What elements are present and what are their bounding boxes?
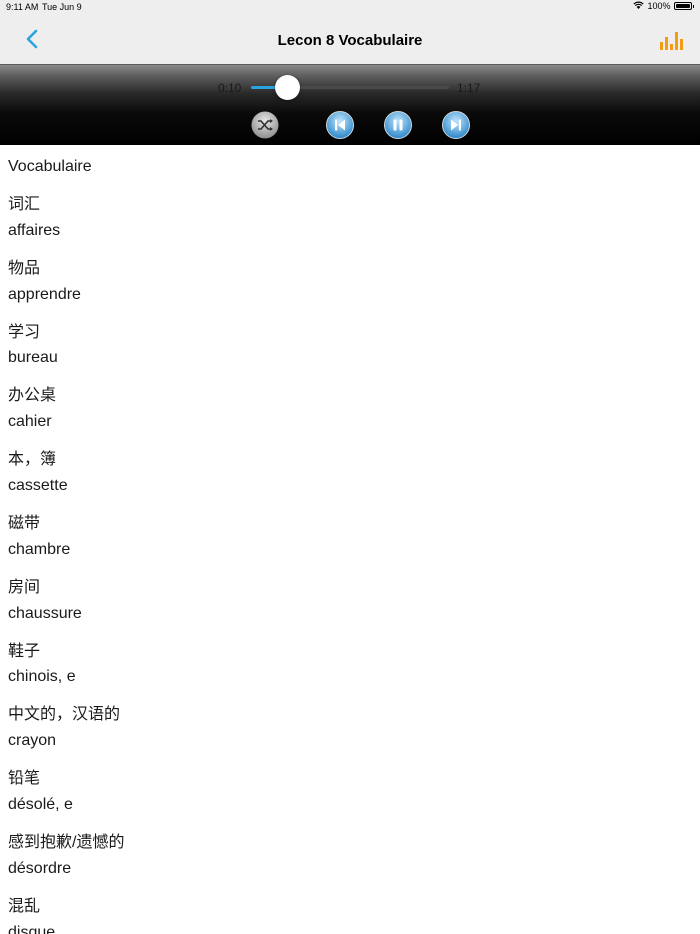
vocab-row[interactable]: désolé, e: [8, 796, 73, 814]
navigation-bar: Lecon 8 Vocabulaire: [0, 14, 700, 64]
vocab-row[interactable]: 鞋子: [8, 637, 40, 661]
vocab-row[interactable]: 感到抱歉/遗憾的: [8, 828, 124, 852]
slider-thumb[interactable]: [274, 75, 300, 100]
status-date: Tue Jun 9: [42, 2, 82, 12]
status-time: 9:11 AM: [6, 2, 39, 12]
audio-player: 0:10 1:17: [0, 64, 700, 145]
vocab-row[interactable]: désordre: [8, 860, 71, 878]
vocab-row[interactable]: crayon: [8, 732, 56, 750]
vocab-row[interactable]: cahier: [8, 413, 52, 431]
vocab-row[interactable]: 办公桌: [8, 381, 56, 405]
vocab-row[interactable]: 磁带: [8, 509, 40, 533]
progress-slider[interactable]: [251, 75, 449, 100]
vocab-row[interactable]: chinois, e: [8, 668, 76, 686]
vocab-row[interactable]: 房间: [8, 573, 40, 597]
vocab-row[interactable]: 物品: [8, 254, 40, 278]
page-title: Lecon 8 Vocabulaire: [277, 32, 423, 49]
current-time: 0:10: [218, 81, 242, 95]
battery-tip: [692, 4, 694, 8]
skip-previous-icon: [326, 111, 354, 139]
vocab-row[interactable]: disque: [8, 924, 55, 934]
battery-percent: 100%: [647, 1, 671, 11]
vocab-row[interactable]: bureau: [8, 349, 58, 367]
vocab-row[interactable]: cassette: [8, 477, 68, 495]
vocab-row[interactable]: chaussure: [8, 605, 82, 623]
vocab-row[interactable]: 铅笔: [8, 764, 40, 788]
previous-button[interactable]: [326, 111, 354, 139]
wifi-icon: [633, 1, 645, 11]
bar-chart-icon: [660, 32, 683, 50]
vocab-row[interactable]: 学习: [8, 318, 40, 342]
vocab-row[interactable]: 混乱: [8, 892, 40, 916]
vocab-row[interactable]: chambre: [8, 541, 70, 559]
shuffle-button[interactable]: [251, 111, 279, 139]
pause-icon: [384, 111, 412, 139]
pause-button[interactable]: [384, 111, 412, 139]
vocab-row[interactable]: Vocabulaire: [8, 158, 92, 176]
status-right: 100%: [633, 1, 694, 11]
shuffle-icon: [251, 111, 279, 139]
status-bar: 9:11 AM Tue Jun 9 100%: [0, 0, 700, 14]
vocab-row[interactable]: apprendre: [8, 286, 81, 304]
vocab-row[interactable]: affaires: [8, 222, 60, 240]
vocab-row[interactable]: 本，簿: [8, 445, 56, 469]
vocabulary-list[interactable]: Vocabulaire 词汇 affaires 物品 apprendre 学习 bureau…: [0, 145, 700, 934]
skip-next-icon: [442, 111, 470, 139]
total-time: 1:17: [457, 81, 481, 95]
battery-icon: [673, 2, 692, 10]
next-button[interactable]: [442, 111, 470, 139]
vocab-row[interactable]: 词汇: [8, 190, 40, 214]
vocab-row[interactable]: 中文的，汉语的: [8, 700, 120, 724]
stats-button[interactable]: [658, 26, 684, 52]
